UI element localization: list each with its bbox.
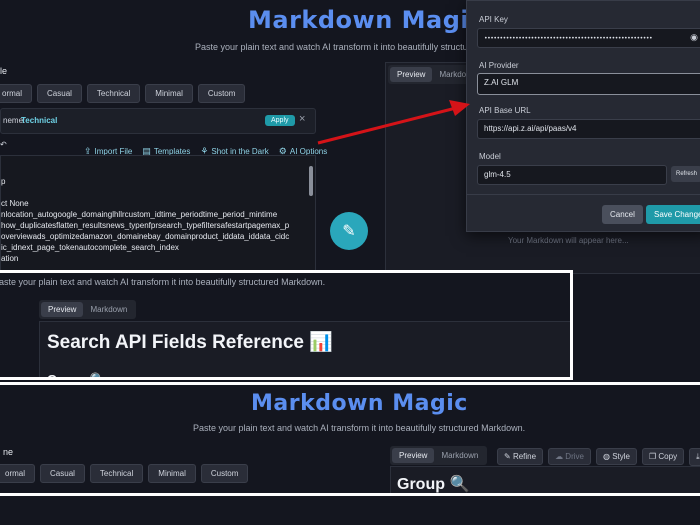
bottom-subtitle: Paste your plain text and watch AI trans… [193,423,526,433]
style-technical-button[interactable]: Technical [89,464,144,483]
middle-tabs: Preview Markdown [39,300,137,319]
palette-icon: ◍ [602,452,610,461]
bottom-group-heading: Group 🔍 [397,476,470,493]
middle-subtitle: aste your plain text and watch AI transf… [0,277,326,287]
drive-button[interactable]: ☁ Drive [548,448,591,465]
pencil-icon: ✎ [504,452,511,461]
tab-markdown[interactable]: Markdown [434,448,485,463]
bottom-style-pills: ormal Casual Technical Minimal Custom [0,463,253,483]
tab-preview[interactable]: Preview [41,302,84,317]
style-custom-button[interactable]: Custom [200,464,249,483]
reference-heading: Search API Fields Reference 📊 [47,332,333,353]
bottom-preview-area: Group 🔍 [390,466,700,493]
tab-markdown[interactable]: Markdown [83,302,134,317]
bottom-app-title: Markdown Magic [251,391,468,416]
copy-label: Copy [658,452,678,461]
bottom-preview-tabs: Preview Markdown [390,446,488,465]
style-label: Style [612,452,630,461]
style-casual-button[interactable]: Casual [40,464,85,483]
drive-label: Drive [565,452,584,461]
middle-preview-area: Search API Fields Reference 📊 Group 🔍 [39,321,570,380]
style-minimal-button[interactable]: Minimal [148,464,196,483]
download-icon: ⤓ [696,452,700,461]
export-button[interactable]: ⤓ Ex [689,448,700,466]
refine-label: Refine [512,452,537,461]
arrow-head [449,100,470,116]
copy-button[interactable]: ❐ Copy [641,448,685,465]
bottom-style-label: ne [3,447,14,457]
group-heading: Group 🔍 [47,372,106,380]
style-button[interactable]: ◍ Style [595,448,637,465]
zoomed-preview-screenshot: aste your plain text and watch AI transf… [0,270,573,380]
bottom-action-bar: ✎ Refine☁ Drive◍ Style❐ Copy⤓ Ex [497,446,700,466]
refine-button[interactable]: ✎ Refine [497,448,544,465]
style-normal-button[interactable]: ormal [0,464,36,483]
arrow-shaft [317,106,457,145]
cloud-icon: ☁ [555,452,564,461]
bottom-screenshot: Markdown Magic Paste your plain text and… [0,382,700,496]
tab-preview[interactable]: Preview [392,448,435,463]
copy-icon: ❐ [648,452,657,461]
